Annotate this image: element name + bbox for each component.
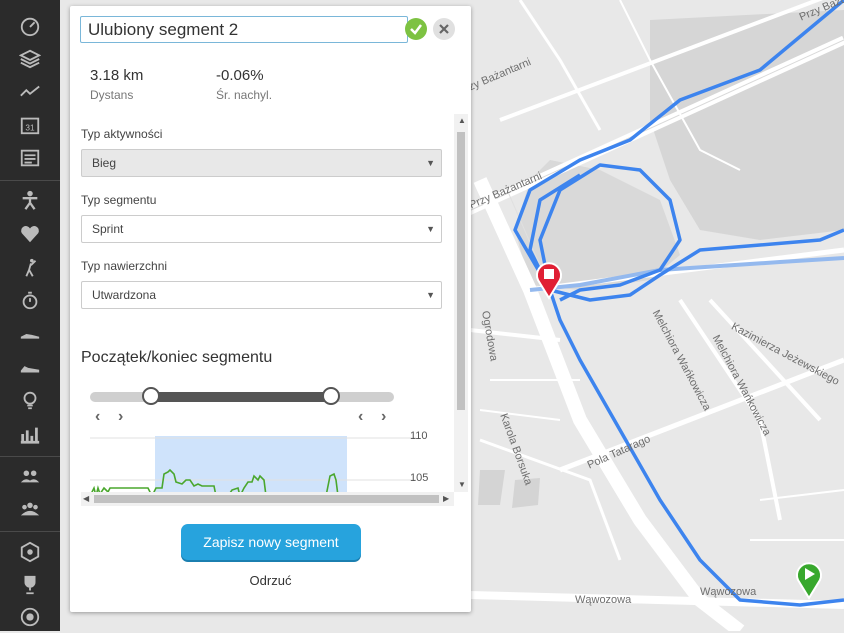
vertical-scrollbar[interactable]: ▲ ▼	[454, 114, 468, 492]
grade-value: -0.06%	[216, 67, 264, 84]
distance-value: 3.18 km	[90, 67, 144, 84]
calendar-icon[interactable]: 31	[0, 109, 60, 141]
horizontal-scrollbar[interactable]: ◀ ▶	[81, 492, 454, 506]
start-nudge-right-button[interactable]: ›	[118, 408, 123, 426]
caret-down-icon: ▼	[426, 224, 435, 234]
cancel-name-button[interactable]	[433, 18, 455, 40]
surface-type-value: Utwardzona	[92, 288, 157, 302]
dashboard-icon[interactable]	[0, 10, 60, 42]
rail-divider	[0, 456, 60, 457]
segment-range-title: Początek/koniec segmentu	[81, 349, 273, 366]
scroll-left-icon[interactable]: ◀	[83, 494, 89, 503]
shoe-icon[interactable]	[0, 318, 60, 350]
layers-icon[interactable]	[0, 43, 60, 75]
caret-down-icon: ▼	[426, 290, 435, 300]
street-label: Wąwozowa	[700, 586, 757, 598]
stats-icon[interactable]	[0, 418, 60, 450]
range-start-handle[interactable]	[142, 387, 160, 405]
activity-type-select: Bieg ▼	[81, 149, 442, 177]
discard-button[interactable]: Odrzuć	[70, 573, 471, 588]
rail-divider	[0, 180, 60, 181]
end-nudge-right-button[interactable]: ›	[381, 408, 386, 426]
scroll-up-icon[interactable]: ▲	[458, 116, 466, 125]
segment-name-input[interactable]	[80, 16, 408, 43]
trophy-icon[interactable]	[0, 569, 60, 601]
svg-text:31: 31	[25, 124, 35, 133]
scroll-right-icon[interactable]: ▶	[443, 494, 449, 503]
elevation-tick-label: 110	[410, 430, 428, 442]
bulb-icon[interactable]	[0, 384, 60, 416]
rail-divider	[0, 531, 60, 532]
horizontal-scroll-thumb[interactable]	[94, 495, 439, 503]
range-slider-fill	[151, 392, 331, 402]
distance-label: Dystans	[90, 88, 134, 102]
save-segment-button[interactable]: Zapisz nowy segment	[181, 524, 361, 560]
group-icon[interactable]	[0, 493, 60, 525]
start-nudge-left-button[interactable]: ‹	[95, 408, 100, 426]
surface-type-select[interactable]: Utwardzona ▼	[81, 281, 442, 309]
surface-type-label: Typ nawierzchni	[81, 259, 168, 273]
confirm-name-button[interactable]	[405, 18, 427, 40]
hexagon-icon[interactable]	[0, 536, 60, 568]
segment-type-select[interactable]: Sprint ▼	[81, 215, 442, 243]
segment-type-label: Typ segmentu	[81, 193, 157, 207]
activity-icon[interactable]	[0, 76, 60, 108]
segment-type-value: Sprint	[92, 222, 124, 236]
grade-label: Śr. nachyl.	[216, 88, 273, 102]
sneaker-icon[interactable]	[0, 351, 60, 383]
segment-editor-panel: 3.18 km Dystans -0.06% Śr. nachyl. Typ a…	[70, 6, 471, 612]
elevation-tick-label: 105	[410, 472, 429, 484]
activity-type-value: Bieg	[92, 156, 117, 170]
vertical-scroll-thumb[interactable]	[457, 132, 465, 410]
friends-icon[interactable]	[0, 460, 60, 492]
heart-icon[interactable]	[0, 218, 60, 250]
range-end-handle[interactable]	[322, 387, 340, 405]
left-nav-rail: 31	[0, 0, 60, 631]
segment-form-scroll-area[interactable]: Typ aktywności Bieg ▼ Typ segmentu Sprin…	[70, 114, 471, 510]
end-nudge-left-button[interactable]: ‹	[358, 408, 363, 426]
person-icon[interactable]	[0, 184, 60, 216]
close-icon	[439, 24, 449, 34]
news-icon[interactable]	[0, 142, 60, 174]
activity-type-label: Typ aktywności	[81, 127, 163, 141]
scroll-down-icon[interactable]: ▼	[458, 480, 466, 489]
stopwatch-icon[interactable]	[0, 284, 60, 316]
check-icon	[410, 24, 422, 35]
street-label: Wąwozowa	[575, 594, 632, 606]
target-icon[interactable]	[0, 601, 60, 633]
segment-end-marker[interactable]	[534, 260, 564, 300]
segment-start-marker[interactable]	[794, 560, 824, 600]
golf-icon[interactable]	[0, 252, 60, 284]
caret-down-icon: ▼	[426, 158, 435, 168]
